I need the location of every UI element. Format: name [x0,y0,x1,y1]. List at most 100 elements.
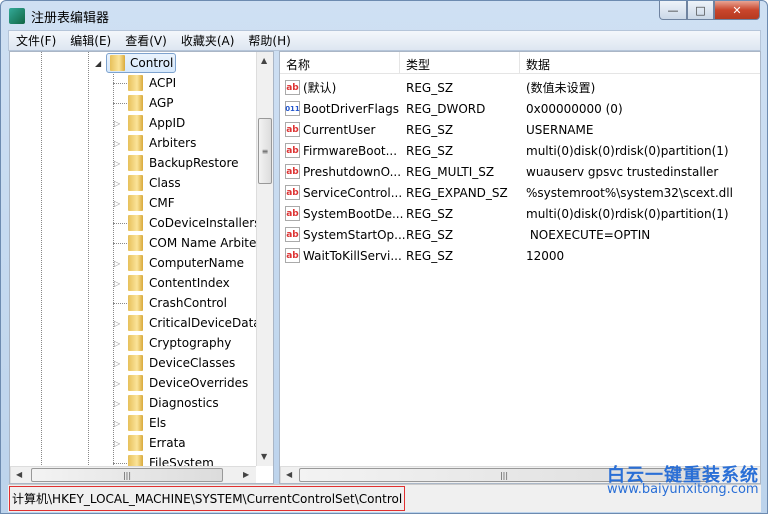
expanded-arrow-icon[interactable]: ◢ [95,59,103,68]
value-data: (数值未设置) [526,81,596,95]
list-row[interactable]: 011 BootDriverFlags REG_DWORD 0x00000000 (0… [280,98,760,119]
column-data[interactable]: 数据 [526,56,550,73]
maximize-button[interactable]: □ [687,1,714,20]
list-row[interactable]: ab WaitToKillServi... REG_SZ 12000 [280,245,760,266]
folder-icon [128,255,143,271]
string-value-icon: ab [285,185,300,200]
folder-icon [128,215,143,231]
tree-item-label: Diagnostics [149,396,219,410]
tree-item[interactable]: ▷ Errata [10,433,256,453]
tree-item[interactable]: ▷ CMF [10,193,256,213]
tree-vertical-scrollbar[interactable]: ▲ ≡ ▼ [256,52,273,466]
folder-icon [128,275,143,291]
value-type: REG_DWORD [406,101,486,116]
tree-item-label: ACPI [149,76,177,90]
value-type: REG_EXPAND_SZ [406,185,508,200]
value-name: SystemStartOp... [303,227,406,242]
tree-item-control[interactable]: ◢ Control [10,53,260,73]
list-row[interactable]: ab SystemBootDe... REG_SZ multi(0)disk(0)rd… [280,203,760,224]
folder-icon [128,415,143,431]
folder-icon [128,375,143,391]
scrollbar-thumb[interactable]: ≡ [258,118,272,184]
list-row[interactable]: ab FirmwareBoot... REG_SZ multi(0)disk(0)rd… [280,140,760,161]
tree-item[interactable]: ▷ Arbiters [10,133,256,153]
tree-item-label: Errata [149,436,186,450]
tree-item[interactable]: ▷CriticalDeviceDatabase [10,313,273,333]
tree-item-label: DeviceOverrides [149,376,249,390]
tree-item-label: Control [130,56,174,70]
tree-item[interactable]: CoDeviceInstallers [10,213,260,233]
value-data: wuauserv gpsvc trustedinstaller [526,164,719,179]
collapsed-arrow-icon[interactable]: ▷ [114,419,122,428]
value-data: %systemroot%\system32\scext.dll [526,185,733,200]
list-row[interactable]: ab SystemStartOp... REG_SZ NOEXECUTE=OPTIN [280,224,760,245]
column-type[interactable]: 类型 [406,56,430,73]
regedit-app-icon [9,8,25,24]
tree-item[interactable]: ▷ DeviceClasses [10,353,256,373]
tree-item[interactable]: ▷ DeviceOverrides [10,373,256,393]
list-row[interactable]: ab PreshutdownO... REG_MULTI_SZ wuauserv gp… [280,161,760,182]
value-type: REG_SZ [406,227,454,242]
folder-icon [128,355,143,371]
collapsed-arrow-icon[interactable]: ▷ [114,319,122,328]
menu-edit[interactable]: 编辑(E) [63,32,118,49]
tree-item[interactable]: CrashControl [10,293,256,313]
tree-item[interactable]: ▷ Els [10,413,256,433]
folder-icon [128,95,143,111]
list-row[interactable]: ab ServiceControl... REG_EXPAND_SZ %systemr… [280,182,760,203]
collapsed-arrow-icon[interactable]: ▷ [114,199,122,208]
collapsed-arrow-icon[interactable]: ▷ [114,359,122,368]
collapsed-arrow-icon[interactable]: ▷ [114,399,122,408]
tree-item[interactable]: ▷ ComputerName [10,253,256,273]
tree-item[interactable]: ▷ Diagnostics [10,393,256,413]
value-name: WaitToKillServi... [303,248,402,263]
value-data: multi(0)disk(0)rdisk(0)partition(1) [526,143,729,158]
tree-connector [113,83,127,84]
string-value-icon: ab [285,227,300,242]
value-data: USERNAME [526,122,594,137]
collapsed-arrow-icon[interactable]: ▷ [114,259,122,268]
list-row[interactable]: ab (默认) REG_SZ (数值未设置) [280,77,760,98]
tree-item[interactable]: AGP [10,93,256,113]
binary-value-icon: 011 [285,101,300,116]
collapsed-arrow-icon[interactable]: ▷ [114,439,122,448]
tree-horizontal-scrollbar[interactable]: ◀ ||| ▶ [10,466,256,483]
menu-help[interactable]: 帮助(H) [241,32,297,49]
tree-item[interactable]: ▷ Cryptography [10,333,256,353]
folder-icon [128,395,143,411]
close-button[interactable]: ✕ [714,1,760,20]
tree-item[interactable]: ▷ Class [10,173,256,193]
collapsed-arrow-icon[interactable]: ▷ [114,159,122,168]
tree-item-label: CoDeviceInstallers [149,216,261,230]
folder-icon [128,135,143,151]
registry-editor-window: 注册表编辑器 — □ ✕ 文件(F) 编辑(E) 查看(V) 收藏夹(A) 帮助… [0,0,768,514]
tree-item[interactable]: ▷ BackupRestore [10,153,256,173]
tree-item[interactable]: COM Name Arbiter [10,233,261,253]
tree-item-label: AGP [149,96,174,110]
minimize-button[interactable]: — [659,1,687,20]
column-name[interactable]: 名称 [286,56,310,73]
menu-bar: 文件(F) 编辑(E) 查看(V) 收藏夹(A) 帮助(H) [8,30,761,51]
tree-item[interactable]: ▷ AppID [10,113,256,133]
tree-item[interactable]: ACPI [10,73,256,93]
menu-view[interactable]: 查看(V) [118,32,174,49]
value-data: multi(0)disk(0)rdisk(0)partition(1) [526,206,729,221]
collapsed-arrow-icon[interactable]: ▷ [114,379,122,388]
menu-favorites[interactable]: 收藏夹(A) [174,32,242,49]
tree-connector [113,243,127,244]
watermark-url: www.baiyunxitong.com [607,482,759,497]
tree-item[interactable]: ▷ ContentIndex [10,273,256,293]
list-row[interactable]: ab CurrentUser REG_SZ USERNAME [280,119,760,140]
collapsed-arrow-icon[interactable]: ▷ [114,139,122,148]
value-type: REG_SZ [406,80,454,95]
collapsed-arrow-icon[interactable]: ▷ [114,179,122,188]
collapsed-arrow-icon[interactable]: ▷ [114,279,122,288]
tree-connector [113,303,127,304]
menu-file[interactable]: 文件(F) [9,32,63,49]
collapsed-arrow-icon[interactable]: ▷ [114,339,122,348]
value-name: (默认) [303,81,337,95]
scrollbar-thumb[interactable]: ||| [31,468,223,482]
folder-icon [128,75,143,91]
value-data: 0x00000000 (0) [526,101,623,116]
collapsed-arrow-icon[interactable]: ▷ [114,119,122,128]
